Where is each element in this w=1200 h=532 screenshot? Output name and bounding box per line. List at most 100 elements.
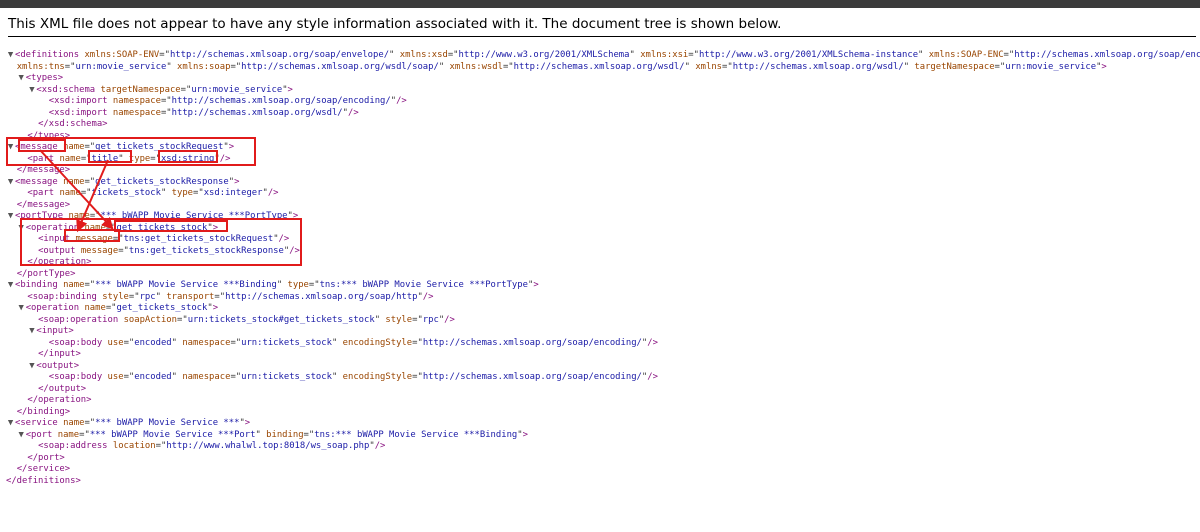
- xml-tag: />: [267, 188, 279, 198]
- xml-punct: =": [230, 61, 242, 72]
- xml-attr-value: tns:get_tickets_stockResponse: [128, 245, 284, 256]
- collapse-toggle-icon[interactable]: ▼: [6, 177, 15, 189]
- xml-attr-value: tns:*** bWAPP Movie Service ***Binding: [314, 429, 518, 440]
- xml-tag: <operation: [25, 222, 85, 233]
- xml-attr-value: *** bWAPP Movie Service ***Port: [89, 429, 256, 440]
- xml-punct: =": [412, 337, 423, 348]
- xml-line: ▼ <xsd:schema targetNamespace="urn:movie_…: [6, 85, 1196, 97]
- xml-attr-value: *** bWAPP Movie Service ***PortType: [100, 211, 288, 221]
- xml-punct: ": [166, 61, 177, 72]
- xml-tag: />: [278, 234, 290, 244]
- xml-tag: />: [374, 441, 386, 451]
- xml-punct: =": [105, 303, 117, 313]
- xml-attr-name: xmlns:wsdl: [449, 61, 503, 72]
- xml-attr-value: *** bWAPP Movie Service ***Binding: [95, 280, 277, 290]
- collapse-toggle-icon[interactable]: ▼: [6, 280, 15, 292]
- xml-punct: ": [160, 188, 172, 198]
- xml-tag: <binding: [15, 280, 64, 290]
- xml-tag: <service: [15, 418, 64, 428]
- xml-attr-name: message: [80, 245, 119, 256]
- xml-tag: <soap:body: [48, 337, 108, 348]
- xml-tag: <operation: [25, 303, 85, 313]
- xml-tag: <definitions: [15, 50, 85, 60]
- xml-tag: />: [422, 291, 434, 302]
- xml-line: </binding>: [6, 407, 1196, 419]
- xml-attr-name: namespace: [112, 107, 161, 118]
- xml-attr-name: style: [385, 314, 413, 325]
- xml-punct: =": [80, 188, 92, 198]
- xml-tag: <message: [15, 176, 64, 187]
- xml-punct: ": [684, 61, 696, 72]
- xml-punct: =": [412, 372, 423, 382]
- xml-punct: =": [1003, 50, 1015, 60]
- collapse-toggle-icon[interactable]: ▼: [17, 303, 26, 315]
- xml-punct: =": [112, 234, 124, 244]
- xml-tag: >: [533, 280, 539, 290]
- xml-attr-name: encodingStyle: [342, 372, 413, 382]
- xml-attr-name: name: [84, 303, 106, 313]
- xml-punct: ": [918, 50, 929, 60]
- xml-attr-value: urn:movie_service: [191, 84, 283, 95]
- xml-line: ▼ <binding name="*** bWAPP Movie Service …: [6, 280, 1196, 292]
- xml-tag: >: [234, 176, 240, 187]
- xml-tag: </service>: [16, 464, 71, 474]
- xml-tag: <part: [27, 188, 60, 198]
- collapse-toggle-icon[interactable]: ▼: [6, 142, 15, 154]
- xml-attr-value: get_tickets_stock: [116, 222, 208, 233]
- collapse-toggle-icon[interactable]: ▼: [17, 430, 26, 442]
- xml-tag: <input>: [36, 326, 74, 336]
- xml-tag: <output: [38, 245, 81, 256]
- xml-attr-value: urn:movie_service: [1005, 61, 1097, 72]
- xml-attr-name: name: [68, 211, 90, 221]
- xml-tag: />: [289, 245, 300, 256]
- xml-attr-name: targetNamespace: [100, 84, 181, 95]
- collapse-toggle-icon[interactable]: ▼: [6, 211, 15, 223]
- xml-tag: />: [396, 96, 407, 106]
- xml-attr-value: tickets_stock: [91, 188, 161, 198]
- xml-line: ▼ <message name="get_tickets_stockRespons…: [6, 177, 1196, 189]
- xml-attr-value: get_tickets_stockResponse: [95, 176, 229, 187]
- collapse-toggle-icon[interactable]: ▼: [17, 223, 26, 235]
- xml-punct: ": [331, 337, 343, 348]
- xml-attr-name: type: [287, 280, 309, 290]
- xml-punct: ": [155, 291, 167, 302]
- xml-line: </input>: [6, 349, 1196, 361]
- xml-punct: =": [214, 291, 226, 302]
- xml-tag: <portType: [15, 211, 69, 221]
- xml-punct: ": [374, 314, 386, 325]
- xml-attr-name: namespace: [182, 337, 231, 348]
- xml-line: <soap:operation soapAction="urn:tickets_…: [6, 315, 1196, 327]
- xml-line: </operation>: [6, 257, 1196, 269]
- xml-tag: />: [647, 337, 658, 348]
- xml-line: <soap:binding style="rpc" transport="htt…: [6, 292, 1196, 304]
- window-top-strip: [0, 0, 1200, 8]
- xml-tag: </message>: [16, 165, 71, 175]
- xml-tag: <xsd:import: [48, 96, 113, 106]
- xml-tag: </binding>: [16, 406, 71, 417]
- collapse-toggle-icon[interactable]: ▼: [17, 73, 26, 85]
- xml-line: <soap:body use="encoded" namespace="urn:…: [6, 372, 1196, 384]
- collapse-toggle-icon[interactable]: ▼: [6, 50, 15, 62]
- xml-attr-value: get_tickets_stock: [116, 303, 208, 313]
- xml-line: ▼ <input>: [6, 326, 1196, 338]
- xml-punct: =": [160, 107, 172, 118]
- xml-info-banner: This XML file does not appear to have an…: [8, 16, 782, 32]
- xml-punct: ": [903, 61, 915, 72]
- xml-tag: </output>: [38, 383, 87, 394]
- xml-punct: =": [118, 245, 129, 256]
- xml-punct: =": [994, 61, 1006, 72]
- collapse-toggle-icon[interactable]: ▼: [6, 418, 15, 430]
- xml-tag: <part: [27, 153, 60, 164]
- xml-punct: =": [123, 372, 135, 382]
- xml-tag: <soap:address: [38, 441, 113, 451]
- xml-attr-value: http://schemas.xmlsoap.org/soap/encoding…: [422, 337, 642, 348]
